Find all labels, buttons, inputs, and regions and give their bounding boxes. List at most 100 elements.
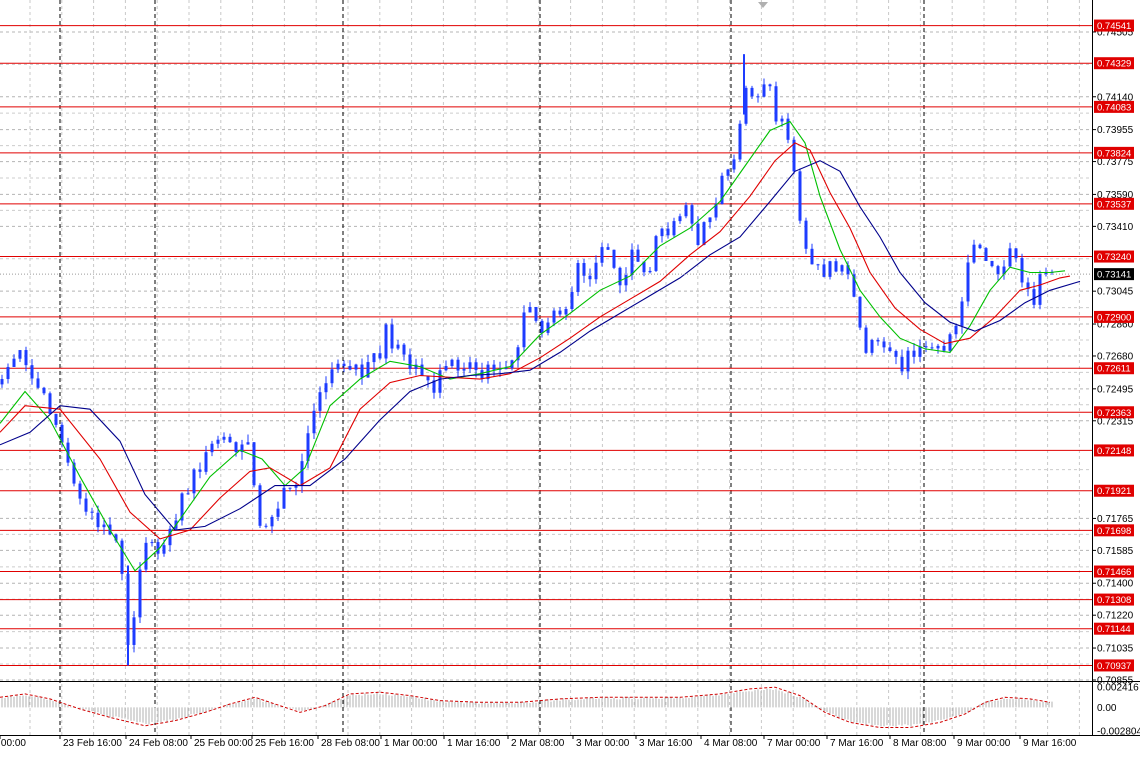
candle-body: [204, 452, 208, 472]
price-level-badges: 0.74541 0.74329 0.74083 0.73824 0.73537 0.732…: [0, 19, 1134, 672]
x-tick-label: 8 Mar 08:00: [893, 738, 947, 749]
candle-body: [96, 512, 100, 528]
candle-body: [48, 393, 52, 414]
x-tick-label: 7 Mar 16:00: [830, 738, 884, 749]
candle-body: [840, 265, 844, 272]
candle-body: [36, 378, 40, 388]
candle-body: [30, 365, 34, 379]
candle-body: [264, 525, 268, 527]
candle-body: [318, 392, 322, 411]
candle-body: [234, 442, 238, 453]
candle-body: [660, 228, 664, 237]
candle-body: [540, 320, 544, 333]
candle-body: [648, 270, 652, 273]
price-level-badge-label: 0.72363: [1097, 408, 1131, 419]
y-tick-label: 0.71220: [1097, 611, 1134, 622]
candle-body: [990, 260, 994, 267]
candle-body: [864, 327, 868, 353]
candle-body: [810, 248, 814, 265]
candle-body: [186, 493, 190, 495]
candle-body: [198, 469, 202, 472]
candle-body: [900, 356, 904, 372]
candle-body: [528, 306, 532, 313]
candle-body: [960, 301, 964, 326]
candle-body: [18, 350, 22, 359]
y-tick-label: 0.73410: [1097, 222, 1134, 233]
candle-body: [888, 347, 892, 352]
candle-body: [1032, 289, 1036, 305]
candle-body: [450, 359, 454, 367]
price-level-lines: [0, 25, 1092, 666]
candle-body: [12, 358, 16, 367]
candle-body: [822, 264, 826, 277]
price-level-badge-label: 0.71466: [1097, 567, 1131, 578]
candle-body: [300, 461, 304, 486]
candle-body: [630, 249, 634, 276]
candle-body: [858, 296, 862, 328]
candle-body: [984, 248, 988, 261]
candle-body: [942, 345, 946, 351]
candle-body: [462, 368, 466, 371]
osc-tick-label: 0.002416: [1097, 683, 1139, 694]
candle-body: [624, 275, 628, 286]
candle-body: [42, 387, 46, 394]
candle-body: [384, 324, 388, 359]
candle-body: [780, 118, 784, 122]
price-level-badge-label: 0.72900: [1097, 312, 1131, 323]
candle-body: [894, 351, 898, 357]
y-tick-label: 0.72680: [1097, 351, 1134, 362]
y-tick-label: 0.71400: [1097, 579, 1134, 590]
candle-body: [954, 325, 958, 335]
candle-body: [552, 310, 556, 323]
candle-body: [288, 487, 292, 489]
candle-body: [936, 345, 940, 349]
candle-body: [564, 308, 568, 315]
candle-body: [636, 249, 640, 262]
candle-body: [732, 159, 736, 170]
period-separators: [59, 0, 925, 735]
candle-body: [222, 436, 226, 440]
price-level-badge-label: 0.70937: [1097, 661, 1131, 672]
candle-body: [402, 344, 406, 355]
candle-body: [522, 312, 526, 348]
candle-body: [834, 261, 838, 272]
candle-body: [282, 487, 286, 509]
candle-body: [246, 442, 250, 445]
candle-body: [966, 262, 970, 302]
candle-body: [672, 221, 676, 236]
candle-body: [738, 123, 742, 160]
shift-marker[interactable]: [758, 2, 768, 8]
current-price-badge-label: 0.73141: [1097, 270, 1131, 281]
candle-body: [420, 364, 424, 376]
candle-body: [972, 244, 976, 263]
candle-body: [270, 516, 274, 527]
candle-body: [132, 617, 136, 645]
candle-body: [612, 249, 616, 268]
candle-body: [726, 169, 730, 176]
chart-shift-marker-icon[interactable]: [758, 2, 768, 8]
x-tick-label: 25 Feb 00:00: [194, 738, 253, 749]
candle-body: [438, 370, 442, 393]
candle-body: [0, 379, 4, 385]
x-tick-label: 9 Mar 00:00: [957, 738, 1011, 749]
x-tick-label: 1 Mar 00:00: [384, 738, 438, 749]
candle-body: [150, 542, 154, 544]
candle-body: [276, 508, 280, 517]
candle-body: [312, 410, 316, 434]
candle-body: [456, 359, 460, 371]
candle-body: [606, 247, 610, 250]
candle-body: [1014, 248, 1018, 259]
candle-body: [870, 340, 874, 353]
candle-body: [408, 354, 412, 369]
candle-body: [570, 292, 574, 309]
y-tick-label: 0.71585: [1097, 546, 1134, 557]
price-chart[interactable]: 0.745050.741400.739550.737750.735900.734…: [0, 0, 1140, 757]
candle-body: [216, 439, 220, 444]
candle-body: [360, 364, 364, 378]
candle-body: [678, 216, 682, 222]
price-level-badge-label: 0.71921: [1097, 486, 1131, 497]
y-tick-label: 0.73955: [1097, 125, 1134, 136]
price-level-badge-label: 0.73537: [1097, 199, 1131, 210]
candle-body: [162, 545, 166, 554]
x-tick-label: 9 Mar 16:00: [1023, 738, 1077, 749]
